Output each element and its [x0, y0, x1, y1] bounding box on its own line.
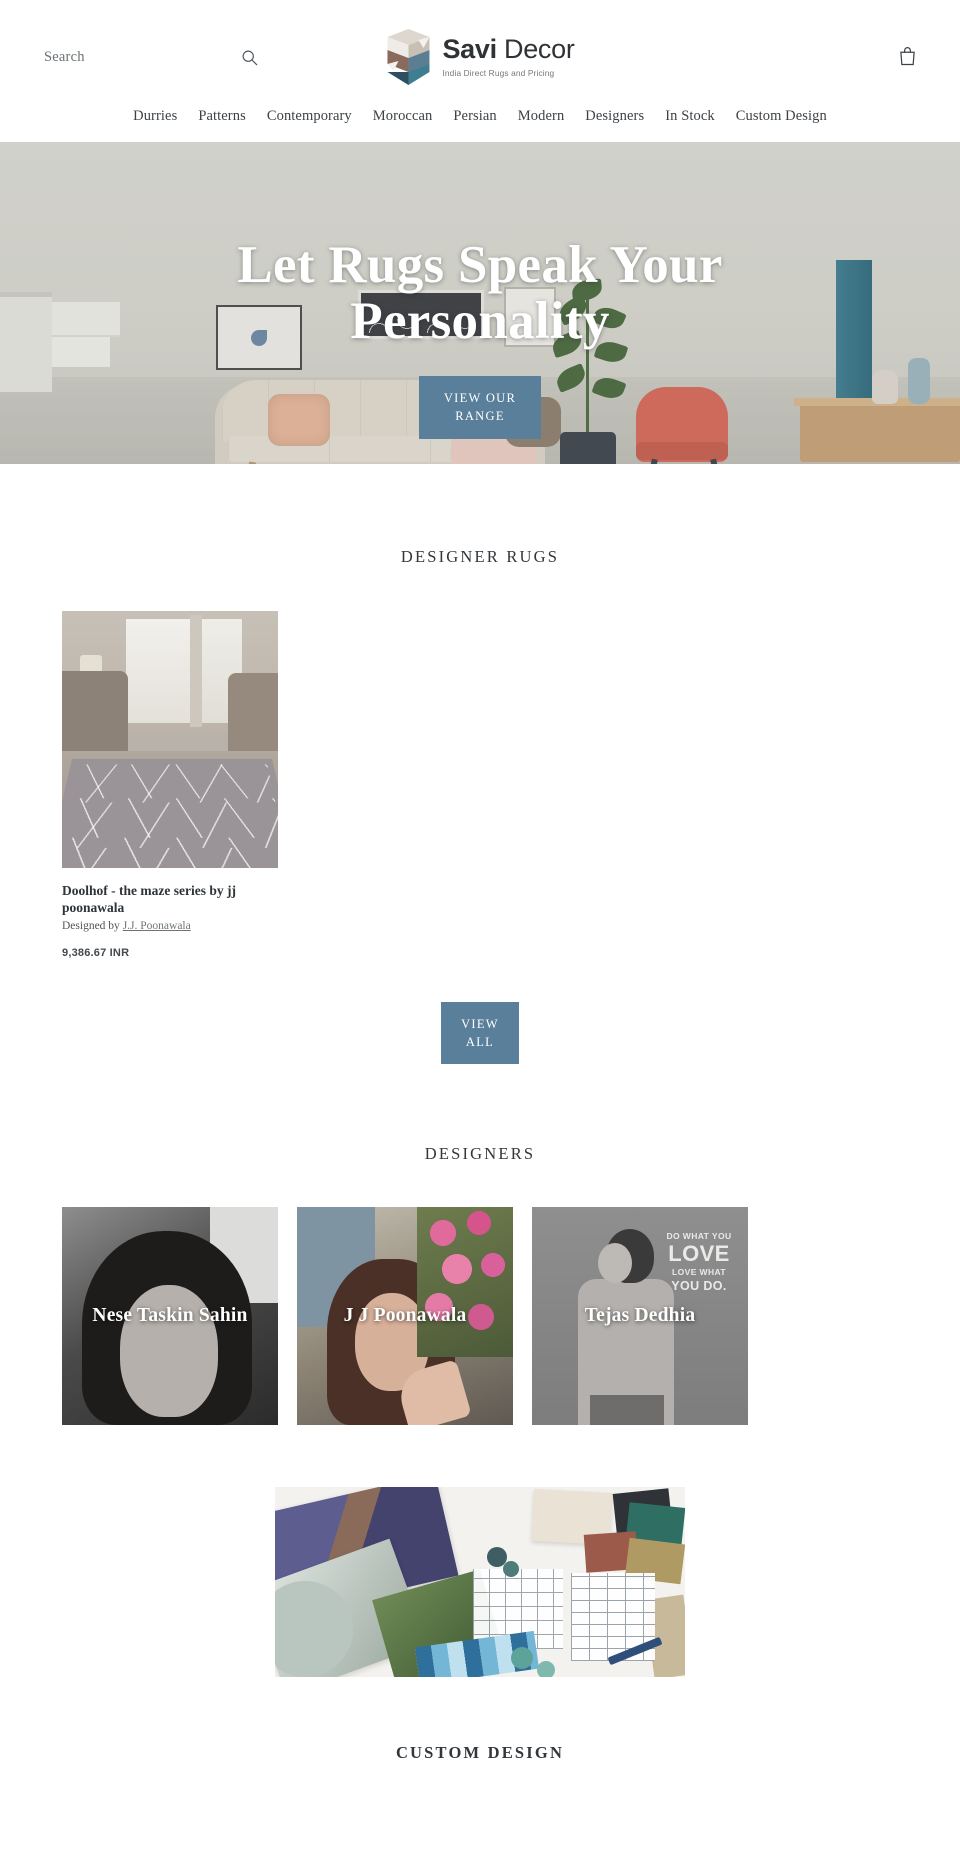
- nav-item-modern[interactable]: Modern: [518, 108, 565, 125]
- custom-design-heading: CUSTOM DESIGN: [0, 1743, 960, 1763]
- hero-title: Let Rugs Speak Your Personality: [180, 238, 780, 349]
- nav-item-custom-design[interactable]: Custom Design: [736, 108, 827, 125]
- nav-item-moroccan[interactable]: Moroccan: [373, 108, 433, 125]
- product-grid: Doolhof - the maze series by jj poonawal…: [0, 611, 960, 959]
- designer-card-nese-taskin-sahin[interactable]: Nese Taskin Sahin: [62, 1207, 278, 1425]
- designer-card-tejas-dedhia[interactable]: DO WHAT YOU LOVE LOVE WHAT YOU DO. Tejas…: [532, 1207, 748, 1425]
- search-input[interactable]: [44, 49, 244, 66]
- wall-quote-line-1: DO WHAT YOU: [656, 1231, 742, 1241]
- nav-item-persian[interactable]: Persian: [453, 108, 496, 125]
- wall-quote-line-3: LOVE WHAT: [656, 1267, 742, 1277]
- view-all-wrapper: VIEW ALL: [0, 1002, 960, 1064]
- header-top-bar: Savi Decor India Direct Rugs and Pricing: [0, 18, 960, 96]
- wall-quote-line-2: LOVE: [656, 1243, 742, 1265]
- designer-card-jj-poonawala[interactable]: J J Poonawala: [297, 1207, 513, 1425]
- shopping-bag-icon[interactable]: [899, 46, 916, 69]
- view-our-range-button[interactable]: VIEW OUR RANGE: [419, 376, 541, 438]
- designed-by-label: Designed by: [62, 920, 123, 932]
- view-all-button[interactable]: VIEW ALL: [441, 1002, 519, 1064]
- logo-word-savi: Savi: [442, 34, 496, 64]
- product-image[interactable]: [62, 611, 278, 868]
- custom-design-image[interactable]: [275, 1487, 685, 1677]
- product-designer: Designed by J.J. Poonawala: [62, 920, 278, 932]
- designer-name: Tejas Dedhia: [532, 1305, 748, 1327]
- logo-tagline: India Direct Rugs and Pricing: [442, 68, 574, 78]
- designers-grid: Nese Taskin Sahin J J Poonawala DO WHAT …: [0, 1207, 960, 1425]
- cart-area: [796, 46, 916, 69]
- product-card[interactable]: Doolhof - the maze series by jj poonawal…: [62, 611, 278, 959]
- designer-name: J J Poonawala: [297, 1305, 513, 1327]
- main-navigation: Durries Patterns Contemporary Moroccan P…: [0, 96, 960, 142]
- savi-logo-mark: [385, 28, 431, 86]
- logo-word-decor: Decor: [497, 34, 575, 64]
- search-icon[interactable]: [236, 44, 262, 70]
- site-header: Savi Decor India Direct Rugs and Pricing…: [0, 0, 960, 142]
- nav-item-contemporary[interactable]: Contemporary: [267, 108, 352, 125]
- custom-design-section: CUSTOM DESIGN: [0, 1425, 960, 1763]
- product-title: Doolhof - the maze series by jj poonawal…: [62, 883, 278, 917]
- nav-item-designers[interactable]: Designers: [585, 108, 644, 125]
- hero-content: Let Rugs Speak Your Personality VIEW OUR…: [0, 238, 960, 439]
- nav-item-durries[interactable]: Durries: [133, 108, 177, 125]
- designers-section: DESIGNERS Nese Taskin Sahin J J Poonawal…: [0, 1064, 960, 1425]
- designer-name: Nese Taskin Sahin: [62, 1305, 278, 1327]
- designers-heading: DESIGNERS: [0, 1144, 960, 1164]
- nav-item-in-stock[interactable]: In Stock: [665, 108, 715, 125]
- nav-item-patterns[interactable]: Patterns: [198, 108, 246, 125]
- designer-link[interactable]: J.J. Poonawala: [123, 920, 191, 932]
- designer-rugs-section: DESIGNER RUGS Doolhof - the maze series …: [0, 464, 960, 1064]
- designer-rugs-heading: DESIGNER RUGS: [0, 547, 960, 567]
- site-logo[interactable]: Savi Decor India Direct Rugs and Pricing: [385, 28, 574, 86]
- hero-banner: Let Rugs Speak Your Personality VIEW OUR…: [0, 142, 960, 464]
- product-price: 9,386.67 INR: [62, 947, 278, 959]
- search-area: [44, 44, 334, 70]
